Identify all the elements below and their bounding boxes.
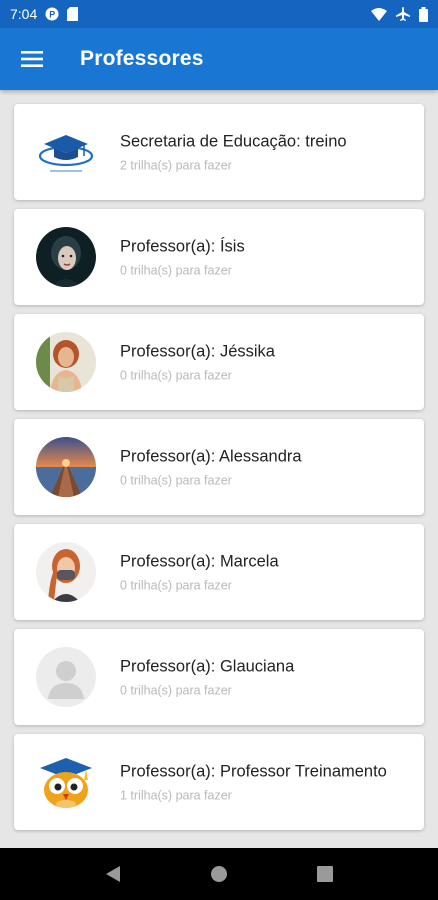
- wifi-icon: [371, 7, 387, 21]
- owl-mascot-icon: [36, 752, 96, 812]
- professor-list: Secretaria de Educação: treino 2 trilha(…: [0, 90, 438, 848]
- menu-button[interactable]: [0, 28, 64, 90]
- professor-card[interactable]: Professor(a): Ísis 0 trilha(s) para faze…: [14, 209, 424, 305]
- card-subtitle: 0 trilha(s) para fazer: [120, 578, 232, 593]
- professor-card[interactable]: Secretaria de Educação: treino 2 trilha(…: [14, 104, 424, 200]
- card-title: Professor(a): Marcela: [120, 552, 279, 571]
- home-icon: [211, 866, 227, 882]
- graduation-cap-logo: [36, 122, 96, 182]
- card-title: Professor(a): Glauciana: [120, 657, 295, 676]
- back-button[interactable]: [93, 854, 133, 894]
- home-button[interactable]: [199, 854, 239, 894]
- professor-card[interactable]: Professor(a): Glauciana 0 trilha(s) para…: [14, 629, 424, 725]
- recents-icon: [317, 866, 333, 882]
- card-subtitle: 0 trilha(s) para fazer: [120, 263, 232, 278]
- card-title: Professor(a): Ísis: [120, 237, 245, 256]
- professor-card[interactable]: Professor(a): Professor Treinamento 1 tr…: [14, 734, 424, 830]
- professor-card[interactable]: Professor(a): Jéssika 0 trilha(s) para f…: [14, 314, 424, 410]
- card-title: Professor(a): Jéssika: [120, 342, 275, 361]
- photo-woman-redhair: [36, 332, 96, 392]
- status-time: 7:04: [10, 6, 38, 22]
- card-subtitle: 1 trilha(s) para fazer: [120, 788, 232, 803]
- card-subtitle: 0 trilha(s) para fazer: [120, 368, 232, 383]
- status-bar: 7:04 P: [0, 0, 438, 28]
- default-person-icon: [36, 647, 96, 707]
- sd-card-icon: [67, 7, 79, 21]
- card-title: Professor(a): Alessandra: [120, 447, 302, 466]
- back-icon: [106, 866, 120, 882]
- page-title: Professores: [80, 47, 204, 70]
- recents-button[interactable]: [305, 854, 345, 894]
- photo-woman-mask: [36, 542, 96, 602]
- professor-card[interactable]: Professor(a): Alessandra 0 trilha(s) par…: [14, 419, 424, 515]
- professor-card[interactable]: Professor(a): Marcela 0 trilha(s) para f…: [14, 524, 424, 620]
- airplane-icon: [395, 6, 411, 22]
- svg-text:P: P: [50, 10, 56, 20]
- card-subtitle: 0 trilha(s) para fazer: [120, 473, 232, 488]
- app-bar: Professores: [0, 28, 438, 90]
- navigation-bar: [0, 848, 438, 900]
- card-title: Secretaria de Educação: treino: [120, 132, 347, 151]
- battery-icon: [419, 6, 428, 22]
- photo-woman-dark: [36, 227, 96, 287]
- notification-icon: P: [45, 7, 59, 21]
- card-subtitle: 2 trilha(s) para fazer: [120, 158, 232, 173]
- photo-pier-sunset: [36, 437, 96, 497]
- hamburger-menu-icon: [21, 51, 43, 67]
- card-subtitle: 0 trilha(s) para fazer: [120, 683, 232, 698]
- card-title: Professor(a): Professor Treinamento: [120, 762, 387, 781]
